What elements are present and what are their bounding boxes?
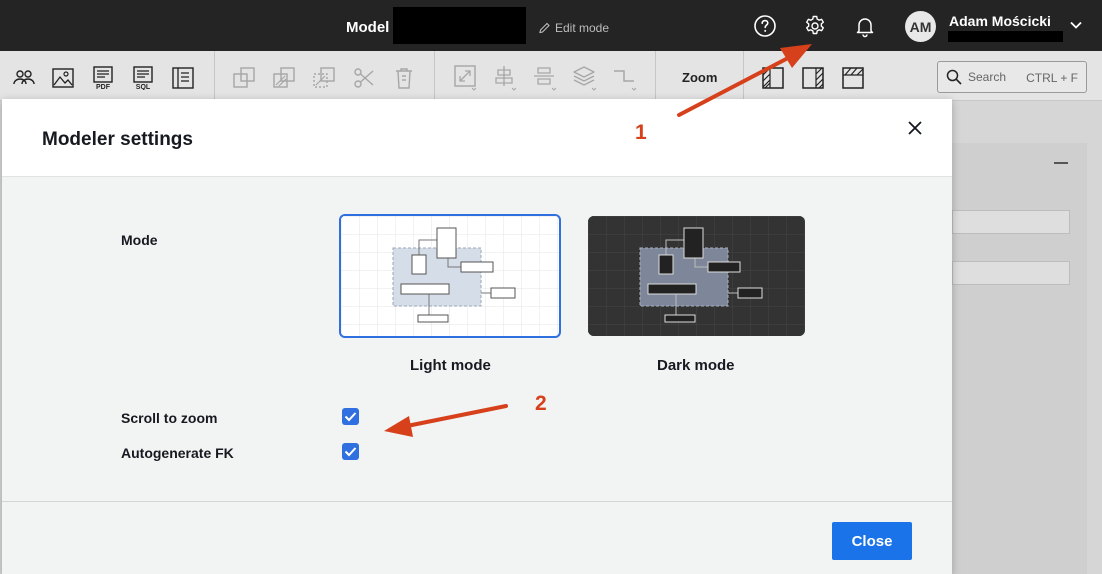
collapse-panel-icon[interactable] <box>1054 162 1068 164</box>
dark-mode-preview <box>588 216 805 336</box>
dialog-body: Mode Light mode Dark mode Scroll to zoom… <box>2 177 952 501</box>
dark-mode-option[interactable] <box>588 216 805 336</box>
pattern-right-icon[interactable] <box>800 65 826 91</box>
properties-panel <box>952 143 1087 574</box>
toolbar-divider <box>214 51 215 101</box>
cut-icon <box>351 65 377 91</box>
toolbar-divider <box>434 51 435 101</box>
autogenerate-fk-checkbox[interactable] <box>342 443 359 460</box>
pencil-icon <box>539 22 550 33</box>
mode-label: Mode <box>121 232 158 248</box>
users-icon[interactable] <box>11 65 37 91</box>
edit-mode-link[interactable]: Edit mode <box>538 21 609 35</box>
light-mode-label[interactable]: Light mode <box>410 357 491 374</box>
checkmark-icon <box>344 412 357 422</box>
help-icon[interactable] <box>751 12 779 40</box>
search-placeholder: Search <box>968 70 1007 84</box>
top-bar: Model Edit mode AM Adam Mościcki <box>0 0 1102 51</box>
search-icon <box>946 69 962 85</box>
zoom-menu[interactable]: Zoom <box>682 70 717 85</box>
notifications-bell-icon[interactable] <box>851 12 879 40</box>
pattern-top-icon[interactable] <box>840 65 866 91</box>
annotation-marker-1: 1 <box>635 121 647 144</box>
light-mode-preview <box>341 216 559 336</box>
close-icon[interactable] <box>906 119 924 137</box>
toolbar-divider <box>655 51 656 101</box>
image-icon[interactable] <box>50 65 76 91</box>
delete-icon <box>391 65 417 91</box>
modeler-settings-dialog: Modeler settings Mode Light mode Dark mo… <box>2 99 952 574</box>
chevron-down-icon[interactable] <box>1068 17 1084 33</box>
annotation-marker-2: 2 <box>535 392 547 415</box>
panel-field <box>952 210 1070 234</box>
svg-text:PDF: PDF <box>96 84 111 90</box>
svg-text:SQL: SQL <box>136 84 151 90</box>
toolbar: PDF SQL Zoom Search CTRL + F <box>0 51 1102 101</box>
pdf-icon[interactable]: PDF <box>90 65 116 91</box>
redacted-user-detail <box>948 31 1063 42</box>
align-center-icon <box>492 65 518 91</box>
search-input[interactable]: Search CTRL + F <box>937 61 1087 93</box>
model-label: Model <box>346 19 390 36</box>
copy-icon <box>231 65 257 91</box>
paste-style-icon <box>311 65 337 91</box>
dark-mode-label[interactable]: Dark mode <box>657 357 735 374</box>
document-icon[interactable] <box>170 65 196 91</box>
duplicate-icon <box>271 65 297 91</box>
redacted-model-name <box>393 7 526 44</box>
close-button[interactable]: Close <box>832 522 912 560</box>
checkmark-icon <box>344 447 357 457</box>
distribute-icon <box>532 65 558 91</box>
sql-icon[interactable]: SQL <box>130 65 156 91</box>
autogenerate-fk-label: Autogenerate FK <box>121 445 234 461</box>
layers-icon <box>572 65 598 91</box>
light-mode-option[interactable] <box>339 214 561 338</box>
line-style-icon <box>612 65 638 91</box>
scroll-to-zoom-checkbox[interactable] <box>342 408 359 425</box>
edit-mode-label: Edit mode <box>555 21 610 35</box>
avatar[interactable]: AM <box>905 11 936 42</box>
panel-field <box>952 261 1070 285</box>
resize-icon <box>452 65 478 91</box>
dialog-footer: Close <box>2 501 952 574</box>
settings-gear-icon[interactable] <box>801 12 829 40</box>
dialog-title: Modeler settings <box>42 129 193 150</box>
user-name[interactable]: Adam Mościcki <box>949 13 1051 29</box>
dialog-header: Modeler settings <box>2 99 952 177</box>
pattern-left-icon[interactable] <box>760 65 786 91</box>
toolbar-divider <box>743 51 744 101</box>
scroll-to-zoom-label: Scroll to zoom <box>121 410 218 426</box>
search-shortcut: CTRL + F <box>1026 71 1078 85</box>
